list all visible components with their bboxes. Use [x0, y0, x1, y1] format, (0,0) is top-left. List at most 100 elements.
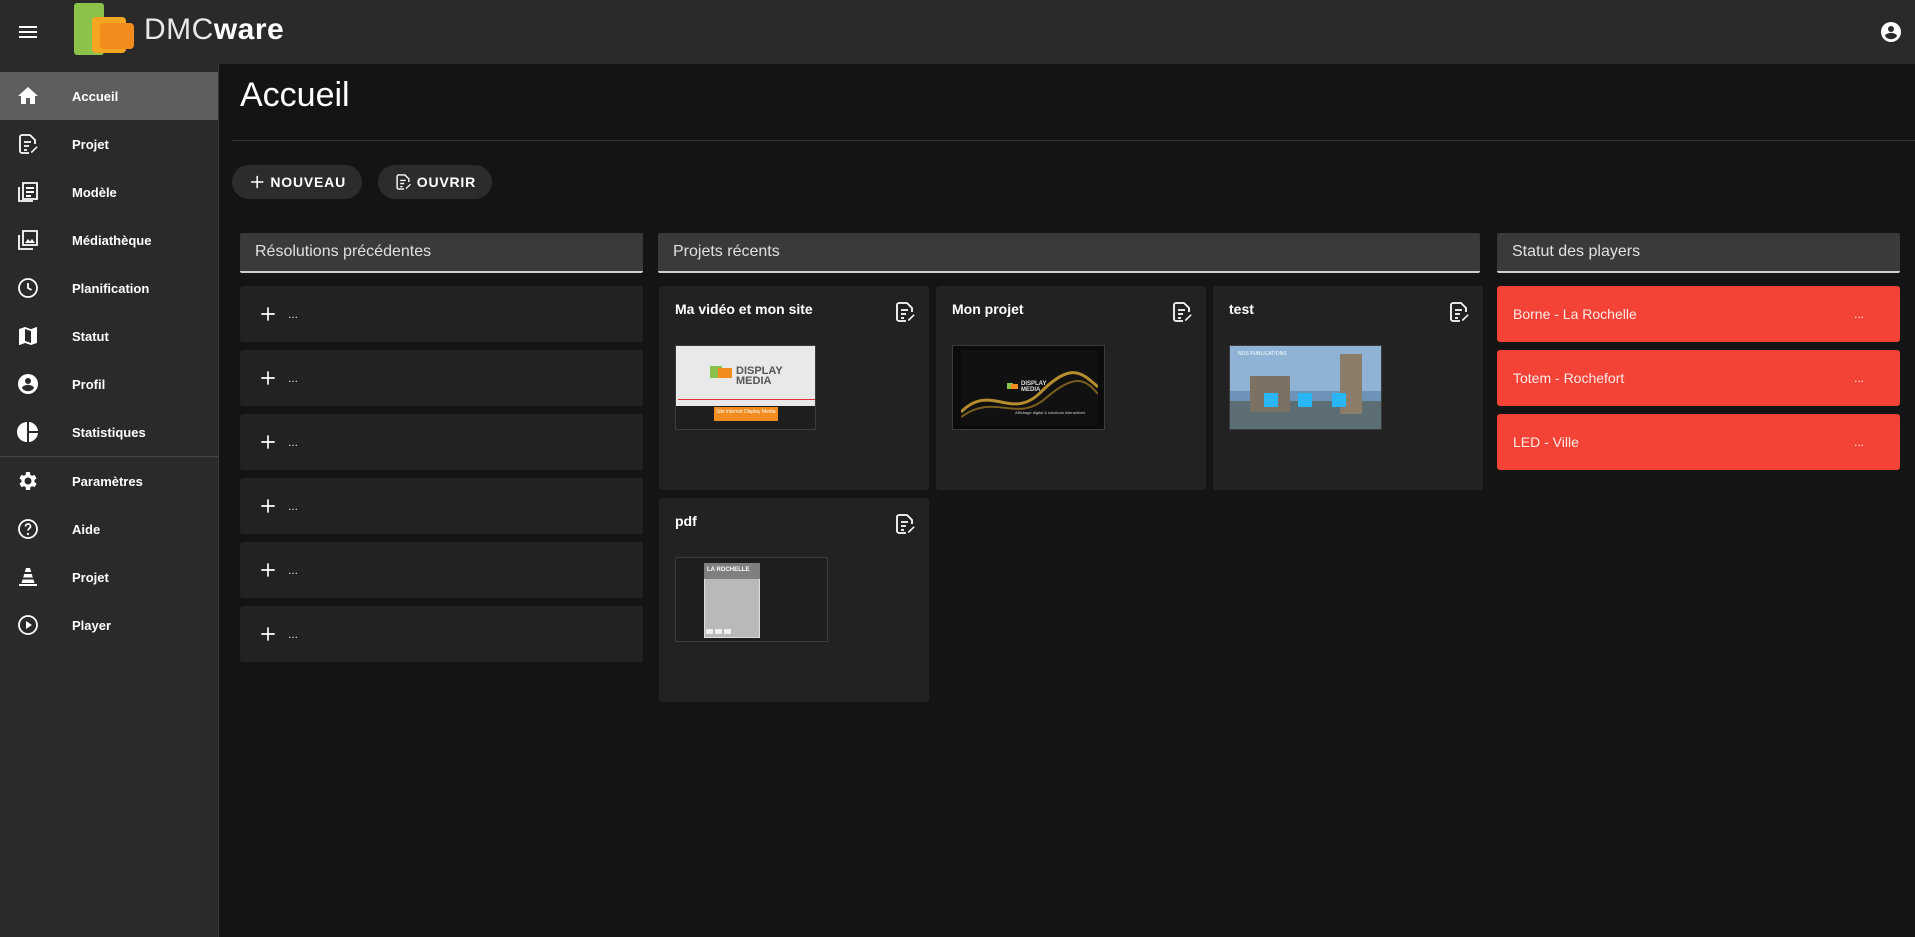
image-library-icon — [18, 230, 38, 250]
sidebar-item-statut[interactable]: Statut — [0, 312, 218, 360]
sidebar-item-label: Profil — [72, 376, 106, 392]
clock-icon — [18, 278, 38, 298]
open-button[interactable]: OUVRIR — [378, 165, 492, 199]
player-status-item[interactable]: LED - Ville ... — [1497, 414, 1900, 470]
main-content: Accueil NOUVEAU OUVRIR Résolutions précé… — [220, 64, 1915, 937]
new-button-label: NOUVEAU — [270, 174, 346, 190]
resolutions-header: Résolutions précédentes — [240, 233, 643, 273]
thumbnail-caption: Site internet Display Media — [716, 409, 776, 415]
template-icon — [18, 182, 38, 202]
sidebar-item-aide[interactable]: Aide — [0, 505, 218, 553]
sidebar-item-label: Accueil — [72, 88, 119, 104]
sidebar-item-mediatheque[interactable]: Médiathèque — [0, 216, 218, 264]
sidebar-item-label: Statistiques — [72, 424, 146, 440]
sidebar-item-parametres[interactable]: Paramètres — [0, 457, 218, 505]
project-card[interactable]: Ma vidéo et mon site DISPLAY MEDIA Site … — [659, 286, 929, 490]
project-title: Mon projet — [952, 301, 1024, 317]
sidebar-item-statistiques[interactable]: Statistiques — [0, 408, 218, 456]
account-icon[interactable] — [1879, 20, 1903, 44]
project-card[interactable]: Mon projet DISPLAY MEDIA Affichage digit… — [936, 286, 1206, 490]
logo-text-ware: ware — [213, 13, 285, 46]
menu-icon[interactable] — [16, 20, 40, 44]
app-logo: DMCware — [74, 2, 284, 58]
player-status-value: ... — [1854, 307, 1865, 321]
resolution-item[interactable]: ... — [240, 542, 643, 598]
project-thumbnail[interactable]: DISPLAY MEDIA Site internet Display Medi… — [675, 345, 816, 430]
new-button[interactable]: NOUVEAU — [232, 165, 362, 199]
resolution-item[interactable]: ... — [240, 414, 643, 470]
help-icon — [18, 519, 38, 539]
player-status-item[interactable]: Borne - La Rochelle ... — [1497, 286, 1900, 342]
file-edit-icon[interactable] — [893, 512, 917, 536]
plus-icon — [261, 563, 275, 577]
project-thumbnail[interactable]: DISPLAY MEDIA Affichage digital & soluti… — [952, 345, 1105, 430]
project-title: pdf — [675, 513, 697, 529]
plus-icon — [251, 175, 264, 189]
pie-chart-icon — [17, 422, 38, 442]
project-thumbnail[interactable]: LA ROCHELLE — [675, 557, 828, 642]
resolution-item[interactable]: ... — [240, 606, 643, 662]
thumbnail-tile — [1332, 393, 1346, 407]
sidebar-item-accueil[interactable]: Accueil — [0, 72, 218, 120]
top-app-bar: DMCware — [0, 0, 1915, 64]
plus-icon — [261, 371, 275, 385]
sidebar-item-player[interactable]: Player — [0, 601, 218, 649]
project-thumbnail[interactable]: NOS PUBLICATIONS — [1229, 345, 1382, 430]
thumbnail-header-text: NOS PUBLICATIONS — [1238, 351, 1287, 357]
map-icon — [18, 327, 37, 346]
logo-text-dmc: DMC — [144, 13, 214, 46]
file-edit-icon[interactable] — [893, 300, 917, 324]
thumbnail-brand-text: DISPLAY MEDIA — [736, 365, 783, 387]
plus-icon — [261, 627, 275, 641]
thumbnail-caption: Affichage digital & solutions interactiv… — [1015, 410, 1085, 415]
thumbnail-tile — [1264, 393, 1278, 407]
player-name: Totem - Rochefort — [1513, 370, 1625, 386]
resolution-item[interactable]: ... — [240, 350, 643, 406]
plus-icon — [261, 499, 275, 513]
project-card[interactable]: pdf LA ROCHELLE — [659, 498, 929, 702]
players-status-header: Statut des players — [1497, 233, 1900, 273]
resolution-item[interactable]: ... — [240, 286, 643, 342]
file-edit-icon[interactable] — [1170, 300, 1194, 324]
sidebar-item-label: Statut — [72, 328, 109, 344]
cone-icon — [19, 568, 37, 586]
resolution-label: ... — [288, 627, 299, 641]
sidebar-item-label: Player — [72, 617, 112, 633]
player-status-value: ... — [1854, 435, 1865, 449]
sidebar-item-projet-2[interactable]: Projet — [0, 553, 218, 601]
file-edit-icon — [396, 174, 411, 190]
sidebar-item-label: Modèle — [72, 184, 117, 200]
resolution-item[interactable]: ... — [240, 478, 643, 534]
player-status-item[interactable]: Totem - Rochefort ... — [1497, 350, 1900, 406]
sidebar-item-label: Projet — [72, 136, 109, 152]
home-icon — [18, 87, 38, 104]
file-edit-icon — [19, 134, 38, 154]
display-media-logo-icon — [710, 366, 732, 378]
sidebar-item-projet[interactable]: Projet — [0, 120, 218, 168]
gear-icon — [19, 472, 37, 490]
sidebar-nav: Accueil Projet Modèle Médiathèque Planif… — [0, 64, 219, 937]
resolution-label: ... — [288, 307, 299, 321]
sidebar-item-label: Paramètres — [72, 473, 143, 489]
page-title: Accueil — [240, 76, 350, 114]
sidebar-item-modele[interactable]: Modèle — [0, 168, 218, 216]
player-status-value: ... — [1854, 371, 1865, 385]
sidebar-item-profil[interactable]: Profil — [0, 360, 218, 408]
thumbnail-tile — [1298, 393, 1312, 407]
thumbnail-brand-text: DISPLAY MEDIA — [1021, 381, 1047, 393]
plus-icon — [261, 307, 275, 321]
title-divider — [232, 140, 1915, 141]
file-edit-icon[interactable] — [1447, 300, 1471, 324]
project-card[interactable]: test NOS PUBLICATIONS — [1213, 286, 1483, 490]
resolution-label: ... — [288, 435, 299, 449]
recent-projects-header: Projets récents — [658, 233, 1480, 273]
resolution-label: ... — [288, 371, 299, 385]
sidebar-item-label: Planification — [72, 280, 150, 296]
logo-mark-icon — [74, 3, 134, 55]
resolution-label: ... — [288, 563, 299, 577]
thumbnail-header-text: LA ROCHELLE — [707, 567, 750, 573]
sidebar-item-planification[interactable]: Planification — [0, 264, 218, 312]
player-name: Borne - La Rochelle — [1513, 306, 1637, 322]
resolution-label: ... — [288, 499, 299, 513]
account-circle-icon — [18, 374, 38, 394]
